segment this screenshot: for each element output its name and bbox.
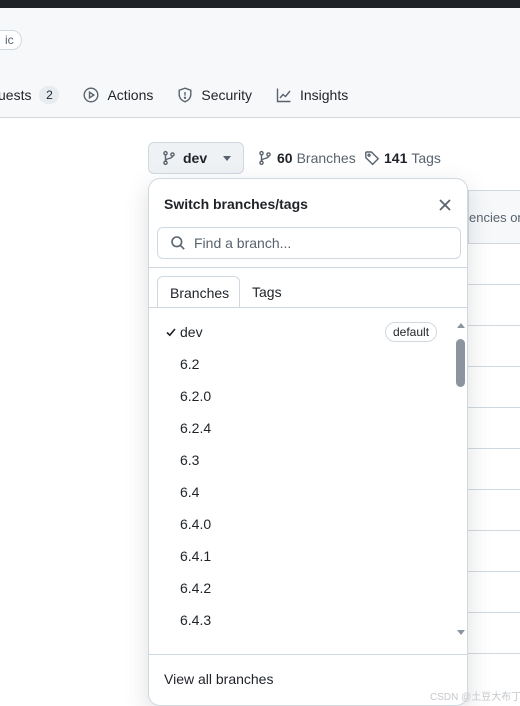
list-item[interactable]: 6.2 [149, 348, 453, 380]
branch-item-label: 6.4.2 [180, 580, 212, 596]
table-row [468, 571, 520, 572]
branch-item-label: 6.4.3 [180, 612, 212, 628]
table-row [468, 612, 520, 613]
repo-header: ic uests 2 Actions Security Insights [0, 8, 520, 118]
graph-icon [276, 88, 291, 103]
file-table-header: encies on [468, 190, 520, 244]
pull-requests-counter: 2 [39, 86, 60, 104]
shield-icon [178, 87, 192, 103]
tags-count: 141 [384, 150, 408, 166]
table-row [468, 407, 520, 408]
tab-pull-requests[interactable]: uests 2 [0, 82, 60, 108]
branch-item-label: dev [180, 324, 203, 340]
branches-count: 60 [277, 150, 293, 166]
file-table-header-text: encies on [469, 210, 520, 225]
scroll-up-icon[interactable] [457, 323, 465, 328]
branches-link[interactable]: 60 Branches [257, 150, 356, 166]
top-bar [0, 0, 520, 8]
tag-icon [365, 151, 380, 166]
table-row [468, 366, 520, 367]
list-item[interactable]: 6.4.3 [149, 604, 453, 636]
list-item[interactable]: 6.4 [149, 476, 453, 508]
branch-switcher-dropdown: Switch branches/tags Branches Tags dev d… [148, 178, 468, 706]
branches-label: Branches [296, 150, 356, 166]
branch-item-label: 6.4 [180, 484, 200, 500]
tab-branches[interactable]: Branches [157, 276, 240, 308]
scroll-down-icon[interactable] [457, 630, 465, 635]
repo-nav: uests 2 Actions Security Insights [0, 82, 372, 108]
list-item[interactable]: 6.2.0 [149, 380, 453, 412]
branch-search-field[interactable] [157, 227, 461, 259]
tab-insights[interactable]: Insights [276, 82, 348, 108]
branch-item-label: 6.2.4 [180, 420, 212, 436]
check-icon [165, 325, 177, 337]
default-badge: default [385, 322, 438, 342]
branch-item-label: 6.2.0 [180, 388, 212, 404]
scrollbar[interactable] [454, 323, 467, 639]
branch-select-label: dev [183, 150, 208, 166]
branch-select-button[interactable]: dev [148, 142, 244, 174]
table-row [468, 489, 520, 490]
tab-insights-label: Insights [299, 87, 349, 103]
branch-item-label: 6.2 [180, 356, 200, 372]
list-item[interactable]: 6.4.2 [149, 572, 453, 604]
tab-actions[interactable]: Actions [83, 82, 153, 108]
git-branch-icon [163, 150, 175, 166]
tab-tags[interactable]: Tags [240, 276, 294, 308]
git-branch-icon [259, 150, 271, 166]
branch-item-label: 6.3 [180, 452, 200, 468]
chevron-down-icon [223, 155, 231, 161]
tab-actions-label: Actions [107, 87, 154, 103]
tab-security-label: Security [201, 87, 252, 103]
dropdown-title: Switch branches/tags [164, 196, 308, 212]
list-item[interactable]: 6.4.1 [149, 540, 453, 572]
branch-search-input[interactable] [194, 235, 444, 251]
table-row [468, 530, 520, 531]
tab-pull-requests-label: uests [0, 87, 32, 103]
list-item[interactable]: 6.4.0 [149, 508, 453, 540]
branch-item-dev[interactable]: dev default [149, 316, 453, 348]
watermark: CSDN @土豆大布丁 [430, 692, 520, 703]
tags-link[interactable]: 141 Tags [364, 150, 441, 166]
table-row [468, 284, 520, 285]
branch-item-label: 6.4.0 [180, 516, 212, 532]
search-icon [171, 236, 185, 250]
close-icon [439, 199, 451, 211]
branch-list: dev default 6.2 6.2.0 6.2.4 6.3 6.4 6.4.… [149, 316, 453, 646]
table-row [468, 653, 520, 654]
tabs-divider [149, 307, 467, 308]
play-icon [83, 87, 99, 103]
tags-label: Tags [411, 150, 441, 166]
branch-item-label: 6.4.1 [180, 548, 212, 564]
scrollbar-thumb[interactable] [456, 339, 465, 387]
close-button[interactable] [433, 193, 457, 217]
table-row [468, 448, 520, 449]
visibility-badge: ic [0, 30, 22, 50]
tab-security[interactable]: Security [177, 82, 252, 108]
table-row [468, 325, 520, 326]
list-item[interactable]: 6.2.4 [149, 412, 453, 444]
list-item[interactable]: 6.3 [149, 444, 453, 476]
divider [149, 267, 467, 268]
view-all-branches-link[interactable]: View all branches [164, 671, 273, 687]
divider [149, 654, 467, 655]
branch-tag-tabs: Branches Tags [157, 276, 461, 308]
